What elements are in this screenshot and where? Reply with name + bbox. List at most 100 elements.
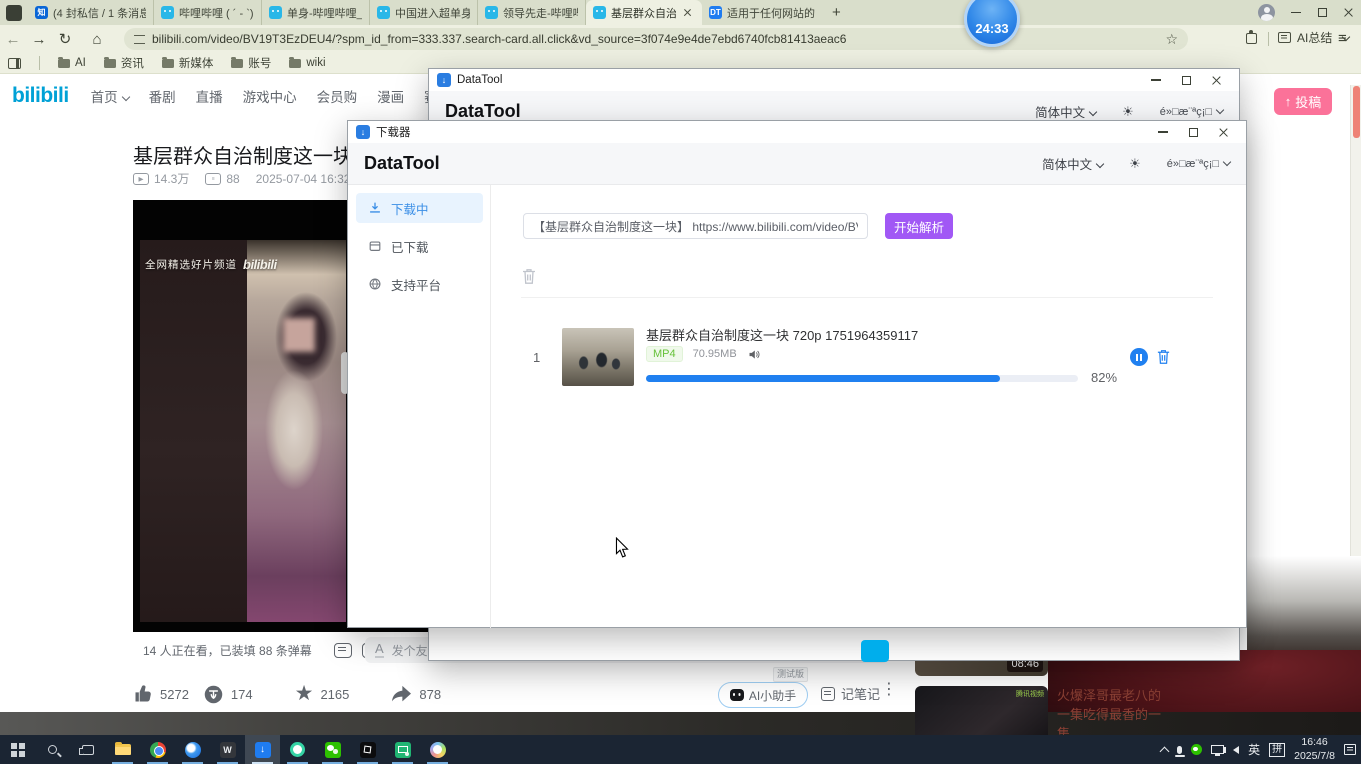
notification-center-icon[interactable] bbox=[1344, 744, 1356, 755]
start-button[interactable] bbox=[0, 735, 35, 764]
danmaku-style-icon[interactable]: A bbox=[375, 642, 384, 658]
upload-button[interactable]: ↑ 投稿 bbox=[1274, 88, 1332, 115]
taskbar-file-explorer[interactable] bbox=[105, 735, 140, 764]
page-scrollbar-thumb[interactable] bbox=[1353, 86, 1360, 138]
taskbar-search-button[interactable] bbox=[35, 735, 70, 764]
tab-datatool-ext[interactable]: DT 适用于任何网站的快速 bbox=[702, 0, 822, 25]
taskbar-clock[interactable]: 16:46 2025/7/8 bbox=[1294, 736, 1335, 762]
window-minimize-button[interactable] bbox=[1148, 121, 1178, 143]
tray-expand-icon[interactable] bbox=[1160, 746, 1170, 756]
bookmark-folder-wiki[interactable]: wiki bbox=[289, 57, 325, 69]
pause-download-button[interactable] bbox=[1130, 348, 1148, 366]
taskbar-capcut[interactable] bbox=[350, 735, 385, 764]
new-tab-button[interactable]: + bbox=[822, 0, 851, 25]
tab-bilibili-2[interactable]: 单身-哔哩哔哩_bilibili bbox=[262, 0, 370, 25]
danmaku-send-button[interactable] bbox=[861, 640, 889, 662]
sidebar-item-downloaded[interactable]: 已下载 bbox=[356, 231, 483, 261]
window-close-button[interactable] bbox=[1208, 121, 1238, 143]
ai-assistant-button[interactable]: AI小助手 bbox=[718, 682, 808, 708]
sidebar-item-platforms[interactable]: 支持平台 bbox=[356, 269, 483, 299]
window-close-button[interactable] bbox=[1201, 69, 1231, 91]
tab-bilibili-4[interactable]: 领导先走-哔哩哔哩_b bbox=[478, 0, 586, 25]
browser-minimize-button[interactable] bbox=[1283, 0, 1309, 25]
ai-beta-badge: 测试版 bbox=[773, 667, 808, 682]
taskbar-wps[interactable]: W bbox=[210, 735, 245, 764]
sidebar-item-downloading[interactable]: 下载中 bbox=[356, 193, 483, 223]
take-note-button[interactable]: 记笔记 bbox=[821, 684, 880, 703]
datatool-main-titlebar[interactable]: ↓ DataTool bbox=[429, 69, 1239, 91]
home-icon[interactable]: ⌂ bbox=[84, 31, 110, 48]
nav-bangumi[interactable]: 番剧 bbox=[149, 86, 176, 106]
theme-toggle-icon[interactable]: ☀ bbox=[1122, 104, 1134, 120]
address-bar[interactable]: bilibili.com/video/BV19T3EzDEU4/?spm_id_… bbox=[124, 28, 1188, 50]
ime-mode-icon[interactable]: 拼 bbox=[1269, 743, 1285, 757]
capcut-icon bbox=[360, 742, 376, 758]
taskbar-datatool-active[interactable]: ↓ bbox=[245, 735, 280, 764]
clear-list-trash-icon[interactable] bbox=[521, 267, 537, 290]
taskbar-wechat[interactable] bbox=[315, 735, 350, 764]
favorite-button[interactable]: ★ 2165 bbox=[295, 684, 350, 704]
side-panel-icon[interactable] bbox=[8, 58, 21, 69]
nav-manga[interactable]: 漫画 bbox=[377, 86, 404, 106]
task-view-button[interactable] bbox=[70, 735, 105, 764]
nav-live[interactable]: 直播 bbox=[196, 86, 223, 106]
nav-game-center[interactable]: 游戏中心 bbox=[243, 86, 297, 106]
coin-button[interactable]: 174 bbox=[203, 684, 253, 705]
taskbar-app-ring[interactable] bbox=[280, 735, 315, 764]
bookmark-folder-news[interactable]: 资讯 bbox=[104, 55, 144, 71]
window-minimize-button[interactable] bbox=[1141, 69, 1171, 91]
bookmark-folder-media[interactable]: 新媒体 bbox=[162, 55, 214, 71]
browser-profile-avatar[interactable] bbox=[1258, 4, 1275, 21]
site-info-icon[interactable] bbox=[134, 35, 145, 44]
bookmark-folder-account[interactable]: 账号 bbox=[231, 55, 271, 71]
download-item-index: 1 bbox=[533, 350, 540, 365]
bilibili-favicon bbox=[377, 6, 390, 19]
window-maximize-button[interactable] bbox=[1171, 69, 1201, 91]
browser-menu-icon[interactable]: ≡ bbox=[1338, 30, 1347, 47]
bilibili-logo[interactable]: bilibili bbox=[12, 84, 69, 108]
wechat-tray-icon[interactable] bbox=[1191, 744, 1202, 755]
tab-bilibili-1[interactable]: 哔哩哔哩 ( ´ - `)っ口 bbox=[154, 0, 262, 25]
language-select[interactable]: 简体中文 bbox=[1035, 102, 1096, 121]
chevron-down-icon bbox=[1096, 160, 1104, 168]
browser-close-button[interactable] bbox=[1335, 0, 1361, 25]
account-menu[interactable]: é»□æ¨ªç¡□ bbox=[1160, 106, 1223, 118]
tab-zhihu[interactable]: 知 (4 封私信 / 1 条消息) bbox=[28, 0, 154, 25]
forward-icon[interactable]: → bbox=[26, 31, 52, 48]
back-icon[interactable]: ← bbox=[0, 31, 26, 48]
nav-vip-shop[interactable]: 会员购 bbox=[317, 86, 358, 106]
volume-icon[interactable] bbox=[1233, 746, 1239, 754]
extensions-icon[interactable] bbox=[1246, 33, 1257, 44]
nav-home[interactable]: 首页 bbox=[91, 86, 129, 106]
bookmark-star-icon[interactable]: ☆ bbox=[1165, 31, 1178, 48]
theme-toggle-icon[interactable]: ☀ bbox=[1129, 156, 1141, 172]
refresh-icon[interactable]: ↻ bbox=[52, 30, 78, 48]
ime-language[interactable]: 英 bbox=[1248, 741, 1260, 758]
account-menu[interactable]: é»□æ¨ªç¡□ bbox=[1167, 158, 1230, 170]
page-scrollbar[interactable] bbox=[1350, 85, 1361, 630]
taskbar-screenshare[interactable] bbox=[385, 735, 420, 764]
close-tab-icon[interactable] bbox=[681, 6, 695, 20]
delete-download-button[interactable] bbox=[1156, 348, 1171, 370]
like-button[interactable]: 5272 bbox=[133, 684, 189, 704]
workspaces-icon[interactable] bbox=[6, 5, 22, 21]
microphone-icon[interactable] bbox=[1177, 746, 1182, 754]
danmaku-toggle-icon[interactable] bbox=[334, 643, 352, 658]
parse-button[interactable]: 开始解析 bbox=[885, 213, 953, 239]
browser-maximize-button[interactable] bbox=[1309, 0, 1335, 25]
taskbar-edge-browser[interactable] bbox=[175, 735, 210, 764]
more-actions-icon[interactable]: ⋮ bbox=[881, 679, 897, 699]
downloader-titlebar[interactable]: ↓ 下载器 bbox=[348, 121, 1246, 143]
tab-bilibili-3[interactable]: 中国进入超单身时代_ bbox=[370, 0, 478, 25]
tab-active-video[interactable]: 基层群众自治制度 bbox=[586, 0, 702, 25]
audio-icon[interactable] bbox=[747, 348, 761, 361]
taskbar-colorful-app[interactable] bbox=[420, 735, 455, 764]
language-select[interactable]: 简体中文 bbox=[1042, 154, 1103, 173]
bookmark-folder-ai[interactable]: AI bbox=[58, 57, 86, 69]
video-url-input[interactable]: 【基层群众自治制度这一块】 https://www.bilibili.com/v… bbox=[523, 213, 868, 239]
taskbar-chrome[interactable] bbox=[140, 735, 175, 764]
window-maximize-button[interactable] bbox=[1178, 121, 1208, 143]
zhihu-favicon: 知 bbox=[35, 6, 48, 19]
watching-status: 14 人正在看，已装填 88 条弹幕 bbox=[143, 642, 312, 659]
share-button[interactable]: 878 bbox=[391, 685, 441, 704]
